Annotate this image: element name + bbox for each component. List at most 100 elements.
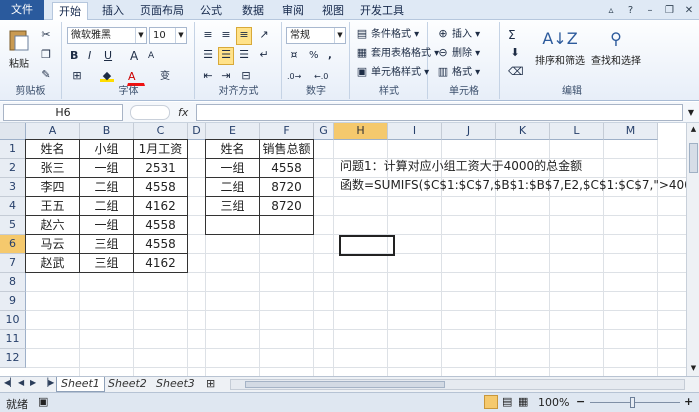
align-right-button[interactable]: ☰ bbox=[236, 47, 252, 65]
align-bottom-button[interactable]: ≡ bbox=[236, 27, 252, 45]
row-header-4[interactable]: 4 bbox=[0, 197, 26, 216]
help-icon[interactable]: ? bbox=[625, 5, 637, 17]
table1-cell[interactable]: 三组 bbox=[79, 253, 134, 273]
column-header-f[interactable]: F bbox=[260, 123, 314, 140]
zoom-level[interactable]: 100% bbox=[538, 396, 569, 409]
row-header-9[interactable]: 9 bbox=[0, 292, 26, 311]
table1-cell[interactable]: 4558 bbox=[133, 234, 188, 254]
font-size-select[interactable]: 10 ▼ bbox=[149, 27, 187, 44]
insert-function-button[interactable]: fx bbox=[178, 105, 192, 120]
tab-view[interactable]: 视图 bbox=[316, 2, 350, 20]
zoom-in-button[interactable]: + bbox=[684, 395, 693, 408]
table2-header-cell[interactable]: 销售总额 bbox=[259, 139, 314, 159]
table2-cell[interactable] bbox=[259, 215, 314, 235]
table2-cell[interactable]: 二组 bbox=[205, 177, 260, 197]
table1-cell[interactable]: 4558 bbox=[133, 215, 188, 235]
table1-header-cell[interactable]: 姓名 bbox=[25, 139, 80, 159]
comma-style-button[interactable]: , bbox=[327, 47, 341, 65]
table2-header-cell[interactable]: 姓名 bbox=[205, 139, 260, 159]
row-header-12[interactable]: 12 bbox=[0, 349, 26, 368]
window-close-icon[interactable]: ✕ bbox=[683, 5, 695, 17]
row-header-3[interactable]: 3 bbox=[0, 178, 26, 197]
tab-data[interactable]: 数据 bbox=[236, 2, 270, 20]
table1-cell[interactable]: 一组 bbox=[79, 215, 134, 235]
column-header-e[interactable]: E bbox=[206, 123, 260, 140]
number-format-select[interactable]: 常规 ▼ bbox=[286, 27, 346, 44]
question-note[interactable]: 问题1：计算对应小组工资大于4000的总金额 bbox=[340, 157, 582, 176]
align-left-button[interactable]: ☰ bbox=[200, 47, 216, 65]
zoom-slider-thumb[interactable] bbox=[630, 397, 635, 408]
table1-cell[interactable]: 2531 bbox=[133, 158, 188, 178]
row-header-6[interactable]: 6 bbox=[0, 235, 26, 254]
cell-styles-button[interactable]: ▣ 单元格样式 ▾ bbox=[354, 64, 429, 82]
clear-button[interactable]: ⌫ bbox=[507, 64, 531, 82]
table1-cell[interactable]: 赵六 bbox=[25, 215, 80, 235]
column-header-k[interactable]: K bbox=[496, 123, 550, 140]
row-header-8[interactable]: 8 bbox=[0, 273, 26, 292]
align-middle-button[interactable]: ≡ bbox=[218, 27, 234, 45]
column-header-l[interactable]: L bbox=[550, 123, 604, 140]
insert-cells-button[interactable]: ⊕ 插入 ▾ bbox=[435, 26, 491, 44]
column-header-c[interactable]: C bbox=[134, 123, 188, 140]
table1-cell[interactable]: 马云 bbox=[25, 234, 80, 254]
table2-cell[interactable]: 4558 bbox=[259, 158, 314, 178]
column-header-i[interactable]: I bbox=[388, 123, 442, 140]
italic-button[interactable]: I bbox=[87, 47, 101, 65]
active-cell-h6[interactable] bbox=[339, 235, 395, 256]
tab-insert[interactable]: 插入 bbox=[96, 2, 130, 20]
scroll-up-icon[interactable]: ▲ bbox=[687, 125, 699, 135]
tab-home[interactable]: 开始 bbox=[52, 2, 88, 21]
window-minimize-icon[interactable]: – bbox=[644, 5, 656, 17]
table1-cell[interactable]: 4558 bbox=[133, 177, 188, 197]
align-center-button[interactable]: ☰ bbox=[218, 47, 234, 65]
worksheet-grid[interactable]: ABCDEFGHIJKLM 1 2 3 4 5 6 7 8 9 10 11 12 姓名 小组 1月工资 张三… bbox=[0, 123, 686, 376]
row-header-2[interactable]: 2 bbox=[0, 159, 26, 178]
formula-note[interactable]: 函数=SUMIFS($C$1:$C$7,$B$1:$B$7,E2,$C$1:$C… bbox=[340, 176, 686, 195]
horizontal-scroll-thumb[interactable] bbox=[245, 381, 445, 388]
page-break-view-icon[interactable]: ▦ bbox=[518, 395, 528, 408]
formula-input[interactable] bbox=[196, 104, 683, 121]
window-restore-icon[interactable]: ❐ bbox=[664, 5, 676, 17]
expand-formula-bar-icon[interactable]: ▼ bbox=[685, 105, 697, 120]
minimize-ribbon-icon[interactable]: ▵ bbox=[605, 5, 617, 17]
align-top-button[interactable]: ≡ bbox=[200, 27, 216, 45]
prev-sheet-icon[interactable]: ◀ bbox=[18, 378, 24, 387]
macro-record-icon[interactable]: ▣ bbox=[38, 395, 48, 408]
row-header-7[interactable]: 7 bbox=[0, 254, 26, 273]
column-header-m[interactable]: M bbox=[604, 123, 658, 140]
conditional-formatting-button[interactable]: ▤ 条件格式 ▾ bbox=[354, 26, 426, 44]
horizontal-scrollbar[interactable] bbox=[230, 379, 685, 390]
copy-button[interactable]: ❐ bbox=[38, 47, 56, 65]
bold-button[interactable]: B bbox=[69, 47, 83, 65]
column-header-b[interactable]: B bbox=[80, 123, 134, 140]
column-header-g[interactable]: G bbox=[314, 123, 334, 140]
find-select-button[interactable]: ⚲ 查找和选择 bbox=[589, 26, 643, 84]
fill-button[interactable]: ⬇ bbox=[507, 45, 531, 63]
delete-cells-button[interactable]: ⊖ 删除 ▾ bbox=[435, 45, 491, 63]
font-name-select[interactable]: 微软雅黑 ▼ bbox=[67, 27, 147, 44]
table2-cell[interactable]: 一组 bbox=[205, 158, 260, 178]
first-sheet-icon[interactable]: ◀▏ bbox=[4, 378, 16, 387]
table1-cell[interactable]: 王五 bbox=[25, 196, 80, 216]
row-header-10[interactable]: 10 bbox=[0, 311, 26, 330]
column-header-a[interactable]: A bbox=[26, 123, 80, 140]
zoom-out-button[interactable]: − bbox=[576, 395, 585, 408]
insert-sheet-icon[interactable]: ⊞ bbox=[202, 377, 219, 392]
sheet-tab-1[interactable]: Sheet1 bbox=[56, 377, 105, 392]
tab-review[interactable]: 审阅 bbox=[276, 2, 310, 20]
scroll-down-icon[interactable]: ▼ bbox=[687, 364, 699, 374]
vertical-scrollbar[interactable]: ▲ ▼ bbox=[686, 123, 699, 376]
column-header-h[interactable]: H bbox=[334, 123, 388, 140]
currency-button[interactable]: ¤ bbox=[286, 47, 304, 65]
table1-header-cell[interactable]: 1月工资 bbox=[133, 139, 188, 159]
table1-cell[interactable]: 一组 bbox=[79, 158, 134, 178]
row-header-1[interactable]: 1 bbox=[0, 140, 26, 159]
page-layout-view-icon[interactable]: ▤ bbox=[502, 395, 512, 408]
grow-font-button[interactable]: A bbox=[129, 47, 145, 65]
table1-cell[interactable]: 张三 bbox=[25, 158, 80, 178]
table1-cell[interactable]: 4162 bbox=[133, 196, 188, 216]
sheet-tab-3[interactable]: Sheet3 bbox=[152, 377, 199, 392]
column-header-d[interactable]: D bbox=[188, 123, 206, 140]
sort-filter-button[interactable]: A↓Z 排序和筛选 bbox=[533, 26, 587, 84]
table2-cell[interactable]: 三组 bbox=[205, 196, 260, 216]
